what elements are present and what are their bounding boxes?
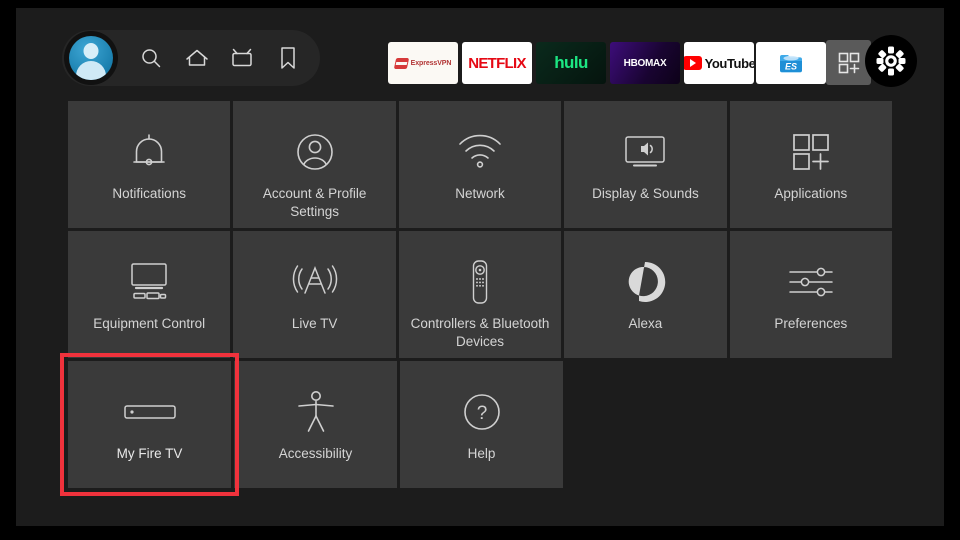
alexa-icon [622,259,668,305]
live-tv-icon[interactable] [227,44,257,72]
settings-row-1: Notifications Account & Profile Settings [68,101,893,228]
bookmark-icon[interactable] [273,44,303,72]
tile-label: Help [467,446,496,461]
app-tile-netflix[interactable]: NETFLIX [462,42,532,84]
equipment-control-icon [122,259,176,305]
tile-notifications[interactable]: Notifications [68,101,231,228]
help-icon: ? [460,389,504,435]
tile-my-fire-tv[interactable]: My Fire TV [60,353,239,496]
tile-label: Equipment Control [93,316,206,331]
app-tile-hbomax[interactable]: HBOMAX [610,42,680,84]
tile-label: Display & Sounds [592,186,699,201]
tile-label: Applications [774,186,848,201]
tile-account-profile-settings[interactable]: Account & Profile Settings [233,101,396,228]
app-tile-expressvpn[interactable]: ExpressVPN [388,42,458,84]
avatar[interactable] [64,31,118,85]
search-icon[interactable] [136,44,166,72]
settings-row-2: Equipment Control Live TV Controllers & … [68,231,893,358]
app-tile-es-file-explorer[interactable]: ES [756,42,826,84]
tile-applications[interactable]: Applications [729,101,893,228]
tile-label: Controllers & Bluetooth Devices [410,316,550,349]
tile-live-tv[interactable]: Live TV [233,231,396,358]
settings-row-3: My Fire TV Accessibility ? Help [60,353,892,496]
es-file-explorer-icon: ES [776,48,806,78]
preferences-icon [785,259,837,305]
app-label-hbomax: HBOMAX [623,57,667,69]
youtube-play-icon [684,56,702,70]
tile-display-sounds[interactable]: Display & Sounds [564,101,727,228]
tile-label: Network [455,186,505,201]
app-label-expressvpn: ExpressVPN [410,59,452,67]
fire-tv-stick-icon [122,389,178,435]
home-icon[interactable] [182,44,212,72]
tile-label: Alexa [628,316,663,331]
settings-gear-button[interactable] [865,35,917,87]
gear-icon [876,46,906,76]
account-icon [293,129,337,175]
avatar-image [69,36,113,80]
settings-tile-grid: Notifications Account & Profile Settings [60,101,893,496]
bell-icon [128,129,170,175]
fire-tv-screen: ExpressVPN NETFLIX hulu HBOMAX YouTube E… [16,8,944,526]
expressvpn-logo-icon [393,57,409,69]
app-label-netflix: NETFLIX [468,54,526,72]
tile-label: Accessibility [278,446,353,461]
tile-label: Preferences [774,316,848,331]
svg-text:?: ? [476,403,487,424]
tile-accessibility[interactable]: Accessibility [234,361,397,488]
wifi-icon [456,129,504,175]
tile-preferences[interactable]: Preferences [729,231,893,358]
app-tile-youtube[interactable]: YouTube [684,42,754,84]
app-label-hulu: hulu [554,53,588,72]
accessibility-icon [294,389,338,435]
live-tv-antenna-icon [292,259,338,305]
avatar-head [83,43,99,60]
svg-text:ES: ES [785,62,797,72]
remote-icon [467,259,493,305]
display-sound-icon [618,129,672,175]
tile-label: My Fire TV [116,446,183,461]
tile-help[interactable]: ? Help [400,361,563,488]
top-navigation-bar: ExpressVPN NETFLIX hulu HBOMAX YouTube E… [16,8,944,102]
app-tile-hulu[interactable]: hulu [536,42,606,84]
tile-equipment-control[interactable]: Equipment Control [68,231,231,358]
tile-label: Live TV [291,316,338,331]
tile-label: Notifications [112,186,186,201]
applications-icon [789,129,833,175]
tile-alexa[interactable]: Alexa [564,231,727,358]
tile-controllers-bluetooth-devices[interactable]: Controllers & Bluetooth Devices [398,231,562,358]
avatar-body [76,60,106,80]
tile-label: Account & Profile Settings [262,186,367,219]
tile-network[interactable]: Network [398,101,562,228]
app-label-youtube: YouTube [704,55,754,71]
